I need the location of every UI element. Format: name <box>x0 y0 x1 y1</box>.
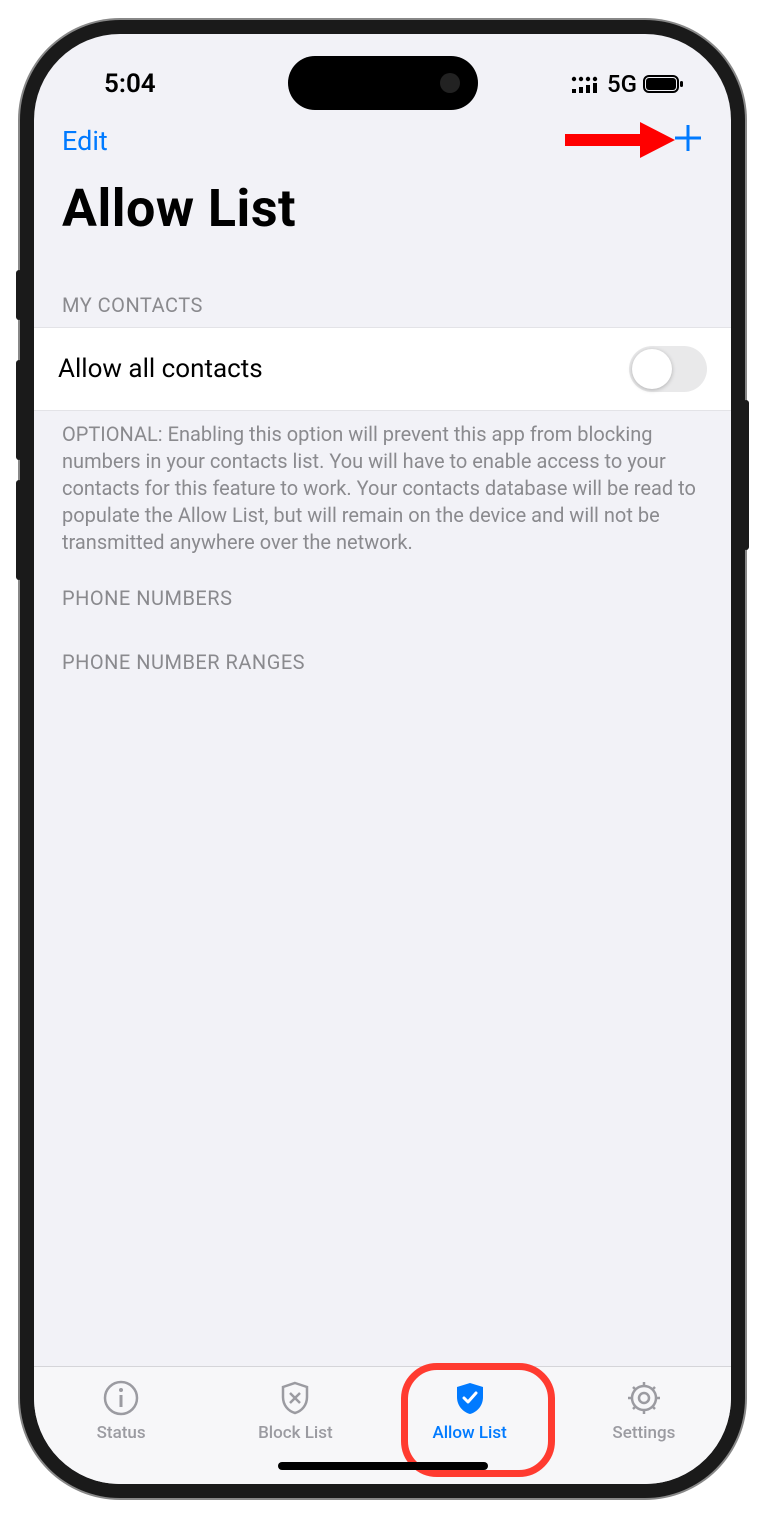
page-title: Allow List <box>34 170 731 263</box>
allow-all-contacts-label: Allow all contacts <box>58 354 263 384</box>
shield-check-icon <box>451 1377 489 1419</box>
tab-block-list[interactable]: Block List <box>208 1377 382 1443</box>
section-header-numbers: PHONE NUMBERS <box>34 556 731 620</box>
side-button <box>16 360 22 460</box>
info-icon <box>102 1377 140 1419</box>
edit-button[interactable]: Edit <box>62 125 108 157</box>
side-button <box>743 400 749 550</box>
network-type: 5G <box>607 70 637 98</box>
gear-icon <box>625 1377 663 1419</box>
tab-label: Allow List <box>432 1423 506 1443</box>
tab-status[interactable]: Status <box>34 1377 208 1443</box>
section-header-ranges: PHONE NUMBER RANGES <box>34 620 731 684</box>
plus-icon <box>673 123 703 153</box>
cell-signal-icon <box>571 74 601 94</box>
section-header-contacts: MY CONTACTS <box>34 263 731 327</box>
tab-allow-list[interactable]: Allow List <box>383 1377 557 1443</box>
dynamic-island <box>288 56 478 110</box>
status-time: 5:04 <box>104 69 156 99</box>
add-button[interactable] <box>673 122 703 160</box>
tab-label: Status <box>97 1423 146 1443</box>
allow-all-contacts-row[interactable]: Allow all contacts <box>34 327 731 411</box>
tab-label: Block List <box>258 1423 333 1443</box>
content-scroll[interactable]: MY CONTACTS Allow all contacts OPTIONAL:… <box>34 263 731 1366</box>
status-right: 5G <box>571 70 685 98</box>
shield-x-icon <box>276 1377 314 1419</box>
tab-label: Settings <box>612 1423 675 1443</box>
home-indicator[interactable] <box>278 1462 488 1470</box>
battery-icon <box>643 74 685 94</box>
screen: 5:04 5G <box>34 34 731 1484</box>
side-button <box>16 480 22 580</box>
side-button <box>16 270 22 320</box>
section-footer-contacts: OPTIONAL: Enabling this option will prev… <box>34 411 731 556</box>
tab-settings[interactable]: Settings <box>557 1377 731 1443</box>
annotation-arrow-icon <box>565 120 675 164</box>
nav-bar: Edit <box>34 114 731 170</box>
allow-all-contacts-toggle[interactable] <box>629 346 707 392</box>
phone-frame: 5:04 5G <box>20 20 745 1498</box>
tab-bar: Status Block List <box>34 1366 731 1484</box>
